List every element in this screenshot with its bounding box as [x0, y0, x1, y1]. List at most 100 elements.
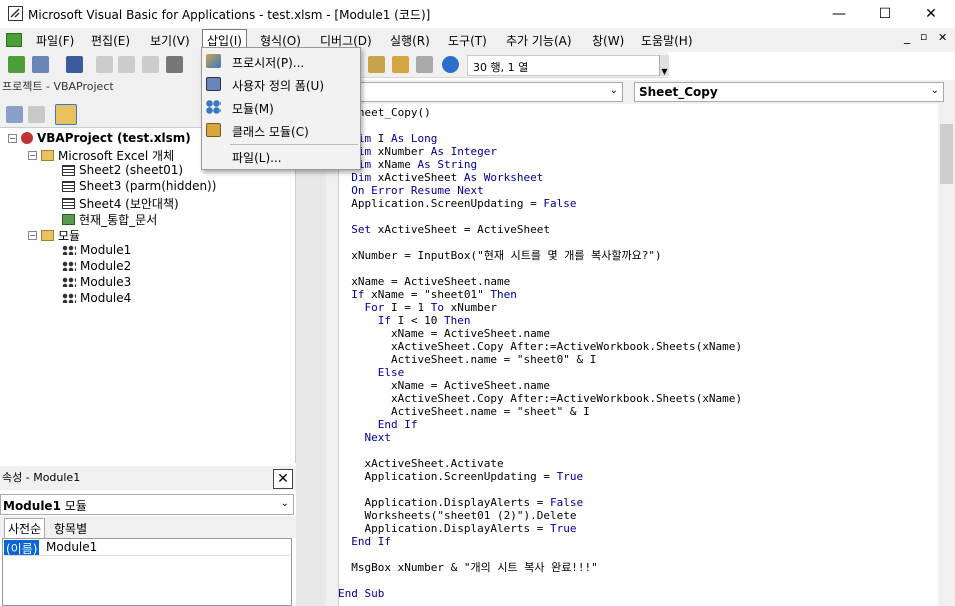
vertical-scrollbar[interactable]: [938, 104, 955, 606]
tree-node-label: Sheet3 (parm(hidden)): [79, 179, 217, 193]
toolbox-icon[interactable]: [392, 56, 409, 73]
help-icon[interactable]: [442, 56, 459, 73]
code-text[interactable]: Sheet_Copy() Dim I As Long Dim xNumber A…: [338, 106, 742, 600]
tree-node-thisworkbook[interactable]: 현재_통합_문서: [62, 211, 157, 228]
code-line[interactable]: xActiveSheet.Copy After:=ActiveWorkbook.…: [338, 340, 742, 353]
collapse-icon[interactable]: −: [28, 231, 37, 240]
paste-icon[interactable]: [142, 56, 159, 73]
code-line[interactable]: Else: [338, 366, 742, 379]
toggle-folders-icon[interactable]: [55, 104, 77, 125]
code-line[interactable]: Application.ScreenUpdating = True: [338, 470, 742, 483]
code-line[interactable]: xActiveSheet.Activate: [338, 457, 742, 470]
tree-node-module4[interactable]: Module4: [62, 291, 131, 305]
tree-node-sheet4[interactable]: Sheet4 (보안대책): [62, 195, 179, 212]
view-excel-icon[interactable]: [8, 56, 25, 73]
code-line[interactable]: ActiveSheet.name = "sheet" & I: [338, 405, 742, 418]
view-code-icon[interactable]: [6, 106, 23, 123]
minimize-button[interactable]: —: [816, 0, 862, 28]
menu-item-class-module[interactable]: 클래스 모듈(C): [232, 123, 309, 140]
code-line[interactable]: xName = ActiveSheet.name: [338, 379, 742, 392]
collapse-icon[interactable]: −: [8, 133, 17, 143]
tools-icon[interactable]: [416, 56, 433, 73]
find-icon[interactable]: [166, 56, 183, 73]
menu-addins[interactable]: 추가 기능(A): [506, 32, 572, 49]
code-line[interactable]: End Sub: [338, 587, 742, 600]
object-combo[interactable]: ⌄: [356, 82, 623, 102]
excel-icon[interactable]: [6, 33, 22, 47]
menu-view[interactable]: 보기(V): [150, 32, 190, 49]
tree-node-module3[interactable]: Module3: [62, 275, 131, 289]
menu-file[interactable]: 파일(F): [36, 32, 74, 49]
collapse-icon[interactable]: −: [28, 151, 37, 160]
tree-node-sheet3[interactable]: Sheet3 (parm(hidden)): [62, 179, 216, 193]
object-browser-icon[interactable]: [368, 56, 385, 73]
code-line[interactable]: [338, 210, 742, 223]
mdi-close-button[interactable]: ✕: [938, 31, 947, 44]
cut-icon[interactable]: [96, 56, 113, 73]
insert-userform-icon[interactable]: [32, 56, 49, 73]
code-line[interactable]: Dim I As Long: [338, 132, 742, 145]
code-line[interactable]: xNumber = InputBox("현재 시트를 몇 개를 복사할까요?"): [338, 249, 742, 262]
code-line[interactable]: [338, 548, 742, 561]
menu-item-module[interactable]: 모듈(M): [232, 100, 274, 117]
code-line[interactable]: [338, 119, 742, 132]
property-value[interactable]: Module1: [46, 540, 97, 554]
tab-alphabetic[interactable]: 사전순: [4, 518, 46, 538]
copy-icon[interactable]: [118, 56, 135, 73]
code-line[interactable]: MsgBox xNumber & "개의 시트 복사 완료!!!": [338, 561, 742, 574]
code-line[interactable]: Application.DisplayAlerts = False: [338, 496, 742, 509]
code-line[interactable]: Dim xName As String: [338, 158, 742, 171]
tree-node-vbaproject[interactable]: − VBAProject (test.xlsm): [8, 131, 191, 145]
code-line[interactable]: xName = ActiveSheet.name: [338, 275, 742, 288]
tree-node-excel-objects[interactable]: − Microsoft Excel 개체: [28, 147, 174, 164]
object-type: 모듈: [64, 499, 87, 513]
code-line[interactable]: End If: [338, 535, 742, 548]
code-line[interactable]: [338, 236, 742, 249]
tree-node-module2[interactable]: Module2: [62, 259, 131, 273]
toolbar-overflow-icon[interactable]: ▼: [659, 55, 669, 76]
code-line[interactable]: xName = ActiveSheet.name: [338, 327, 742, 340]
code-line[interactable]: Sheet_Copy(): [338, 106, 742, 119]
mdi-minimize-button[interactable]: _: [904, 30, 910, 44]
tree-node-modules[interactable]: − 모듈: [28, 227, 80, 244]
menu-help[interactable]: 도움말(H): [641, 32, 693, 49]
code-line[interactable]: Worksheets("sheet01 (2)").Delete: [338, 509, 742, 522]
code-line[interactable]: [338, 483, 742, 496]
code-line[interactable]: [338, 444, 742, 457]
tab-categorized[interactable]: 항목별: [52, 519, 89, 538]
code-line[interactable]: ActiveSheet.name = "sheet0" & I: [338, 353, 742, 366]
code-line[interactable]: [338, 574, 742, 587]
procedure-combo[interactable]: Sheet_Copy ⌄: [634, 82, 944, 102]
menu-item-file[interactable]: 파일(L)...: [232, 149, 282, 166]
menu-tools[interactable]: 도구(T): [448, 32, 487, 49]
code-line[interactable]: Set xActiveSheet = ActiveSheet: [338, 223, 742, 236]
menu-item-userform[interactable]: 사용자 정의 폼(U): [232, 77, 324, 94]
code-line[interactable]: Application.DisplayAlerts = True: [338, 522, 742, 535]
code-line[interactable]: Dim xActiveSheet As Worksheet: [338, 171, 742, 184]
mdi-restore-button[interactable]: ▫: [920, 30, 927, 43]
menu-edit[interactable]: 편집(E): [91, 32, 130, 49]
code-line[interactable]: [338, 262, 742, 275]
properties-close-button[interactable]: ✕: [273, 469, 293, 489]
tree-node-module1[interactable]: Module1: [62, 243, 131, 257]
close-button[interactable]: ✕: [908, 0, 954, 28]
code-line[interactable]: End If: [338, 418, 742, 431]
view-object-icon[interactable]: [28, 106, 45, 123]
code-line[interactable]: If I < 10 Then: [338, 314, 742, 327]
code-line[interactable]: xActiveSheet.Copy After:=ActiveWorkbook.…: [338, 392, 742, 405]
menu-run[interactable]: 실행(R): [390, 32, 430, 49]
maximize-button[interactable]: ☐: [862, 0, 908, 28]
code-line[interactable]: Application.ScreenUpdating = False: [338, 197, 742, 210]
code-line[interactable]: If xName = "sheet01" Then: [338, 288, 742, 301]
properties-object-select[interactable]: Module1 모듈 ⌄: [0, 494, 294, 515]
menu-window[interactable]: 창(W): [592, 32, 624, 49]
code-line[interactable]: Next: [338, 431, 742, 444]
code-line[interactable]: Dim xNumber As Integer: [338, 145, 742, 158]
property-row[interactable]: (이름) Module1: [4, 540, 290, 556]
code-line[interactable]: On Error Resume Next: [338, 184, 742, 197]
save-icon[interactable]: [66, 56, 83, 73]
code-line[interactable]: For I = 1 To xNumber: [338, 301, 742, 314]
menu-item-procedure[interactable]: 프로시저(P)...: [232, 54, 304, 71]
tree-node-sheet2[interactable]: Sheet2 (sheet01): [62, 163, 183, 177]
scroll-thumb[interactable]: [940, 124, 953, 184]
